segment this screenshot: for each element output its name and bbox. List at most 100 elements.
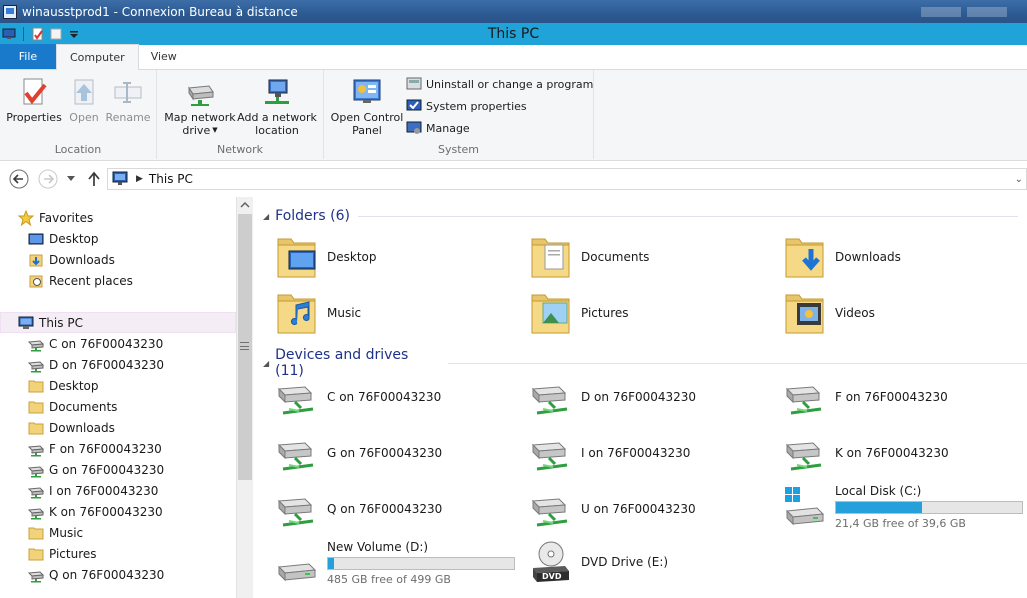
drive-new-volume-d[interactable]: New Volume (D:) 485 GB free of 499 GB	[275, 540, 515, 586]
tree-item[interactable]: Q on 76F00043230	[28, 564, 164, 585]
network-drive-icon	[277, 498, 314, 527]
local-disk-c-label: Local Disk (C:)	[835, 484, 922, 498]
address-dropdown-icon[interactable]: ⌄	[1015, 174, 1023, 185]
add-network-location-label-2: location	[255, 124, 299, 137]
properties-button[interactable]: Properties	[6, 76, 62, 124]
tree-item[interactable]: Music	[28, 522, 83, 543]
quick-access-toolbar	[2, 27, 81, 41]
folder-tile[interactable]: Pictures	[529, 289, 629, 337]
local-disk-windows-icon	[785, 487, 825, 526]
tree-this-pc[interactable]: This PC	[0, 312, 236, 333]
properties-quick-icon[interactable]	[31, 27, 45, 41]
scroll-up-arrow-icon[interactable]	[238, 198, 252, 213]
folder-icon	[28, 380, 44, 392]
folder-label: Downloads	[835, 250, 901, 264]
network-drive-tile[interactable]: G on 76F00043230	[275, 431, 442, 475]
navigation-pane-scrollbar[interactable]	[236, 197, 253, 598]
map-network-drive-button[interactable]: Map network drive ▼	[163, 76, 237, 137]
network-drive-tile[interactable]: D on 76F00043230	[529, 375, 696, 419]
tab-view[interactable]: View	[139, 44, 189, 69]
tree-item-label: Desktop	[49, 378, 99, 393]
network-drive-icon	[28, 360, 44, 372]
folder-tile[interactable]: Music	[275, 289, 361, 337]
rename-button[interactable]: Rename	[104, 76, 152, 124]
drive-local-disk-c[interactable]: Local Disk (C:) 21,4 GB free of 39,6 GB	[783, 484, 1023, 530]
remote-desktop-title: winausstprod1 - Connexion Bureau à dista…	[22, 4, 298, 19]
group-label-network: Network	[217, 143, 263, 156]
folder-tile[interactable]: Videos	[783, 289, 875, 337]
network-drive-tile[interactable]: Q on 76F00043230	[275, 487, 442, 531]
open-button[interactable]: Open	[64, 76, 104, 124]
folder-tile[interactable]: Desktop	[275, 233, 377, 281]
tree-favorites-label: Favorites	[39, 210, 94, 225]
pc-icon[interactable]	[2, 27, 16, 41]
network-drive-icon	[28, 465, 44, 477]
tree-item[interactable]: G on 76F00043230	[28, 459, 164, 480]
new-volume-d-usage-bar	[327, 557, 515, 570]
pane-splitter-grip-icon[interactable]	[240, 342, 249, 350]
tree-item[interactable]: Pictures	[28, 543, 97, 564]
tree-item-recent-places[interactable]: Recent places	[28, 270, 133, 291]
forward-arrow-icon[interactable]	[38, 169, 58, 189]
network-drive-label: C on 76F00043230	[327, 390, 442, 404]
folder-tile[interactable]: Downloads	[783, 233, 901, 281]
rename-label: Rename	[105, 111, 151, 124]
tree-favorites[interactable]: Favorites	[18, 207, 93, 228]
network-drive-icon	[28, 486, 44, 498]
group-label-location: Location	[54, 143, 102, 156]
system-properties-button[interactable]: System properties	[406, 98, 527, 114]
recent-locations-chevron-icon[interactable]	[66, 175, 76, 183]
customize-toolbar-icon[interactable]	[67, 27, 81, 41]
tree-item-label: D on 76F00043230	[49, 357, 165, 372]
tree-item-desktop-fav[interactable]: Desktop	[28, 228, 99, 249]
manage-button[interactable]: Manage	[406, 120, 470, 136]
tree-item[interactable]: Documents	[28, 396, 117, 417]
usage-bar-fill	[836, 502, 922, 513]
back-arrow-icon[interactable]	[9, 169, 29, 189]
tree-item[interactable]: K on 76F00043230	[28, 501, 163, 522]
folder-label: Pictures	[581, 306, 629, 320]
open-control-panel-button[interactable]: Open Control Panel	[328, 76, 406, 137]
tree-item[interactable]: I on 76F00043230	[28, 480, 158, 501]
network-drive-tile[interactable]: I on 76F00043230	[529, 431, 690, 475]
network-drive-label: I on 76F00043230	[581, 446, 691, 460]
collapse-triangle-icon[interactable]: ◢	[263, 212, 269, 221]
tab-file[interactable]: File	[0, 44, 56, 69]
section-folders-header[interactable]: ◢ Folders (6)	[263, 208, 1018, 224]
up-arrow-icon[interactable]	[87, 171, 101, 187]
new-folder-quick-icon[interactable]	[49, 27, 63, 41]
dropdown-arrow-icon: ▼	[212, 126, 218, 134]
folder-tile[interactable]: Documents	[529, 233, 649, 281]
breadcrumb-this-pc[interactable]: This PC	[149, 172, 193, 186]
network-drive-icon	[277, 386, 314, 415]
network-drive-tile[interactable]: C on 76F00043230	[275, 375, 441, 419]
folder-icon	[28, 401, 44, 413]
downloads-icon	[29, 254, 43, 266]
collapse-triangle-icon[interactable]: ◢	[263, 359, 269, 368]
tree-item-label: G on 76F00043230	[49, 462, 165, 477]
network-drive-tile[interactable]: U on 76F00043230	[529, 487, 696, 531]
address-bar[interactable]: ▶ This PC ⌄	[107, 168, 1027, 190]
network-drive-icon	[28, 444, 44, 456]
add-network-location-button[interactable]: Add a network location	[237, 76, 317, 137]
network-drive-tile[interactable]: K on 76F00043230	[783, 431, 949, 475]
tree-item[interactable]: F on 76F00043230	[28, 438, 162, 459]
open-control-panel-label-1: Open Control	[330, 111, 404, 124]
folder-label: Desktop	[327, 250, 377, 264]
network-drive-tile[interactable]: F on 76F00043230	[783, 375, 948, 419]
breadcrumb-separator-icon[interactable]: ▶	[136, 174, 143, 184]
tree-item-label: Documents	[49, 399, 118, 414]
tree-item-downloads-fav[interactable]: Downloads	[28, 249, 115, 270]
uninstall-program-button[interactable]: Uninstall or change a program	[406, 76, 593, 92]
drive-dvd-e[interactable]: DVD DVD Drive (E:)	[529, 540, 668, 584]
this-pc-icon	[18, 316, 34, 329]
tree-item[interactable]: D on 76F00043230	[28, 354, 164, 375]
tree-item[interactable]: C on 76F00043230	[28, 333, 163, 354]
open-icon	[74, 79, 94, 105]
tree-item[interactable]: Desktop	[28, 375, 99, 396]
properties-label: Properties	[6, 111, 62, 124]
folder-label: Documents	[581, 250, 650, 264]
tree-item[interactable]: Downloads	[28, 417, 115, 438]
this-pc-address-icon	[112, 171, 128, 185]
tab-computer[interactable]: Computer	[56, 44, 139, 70]
